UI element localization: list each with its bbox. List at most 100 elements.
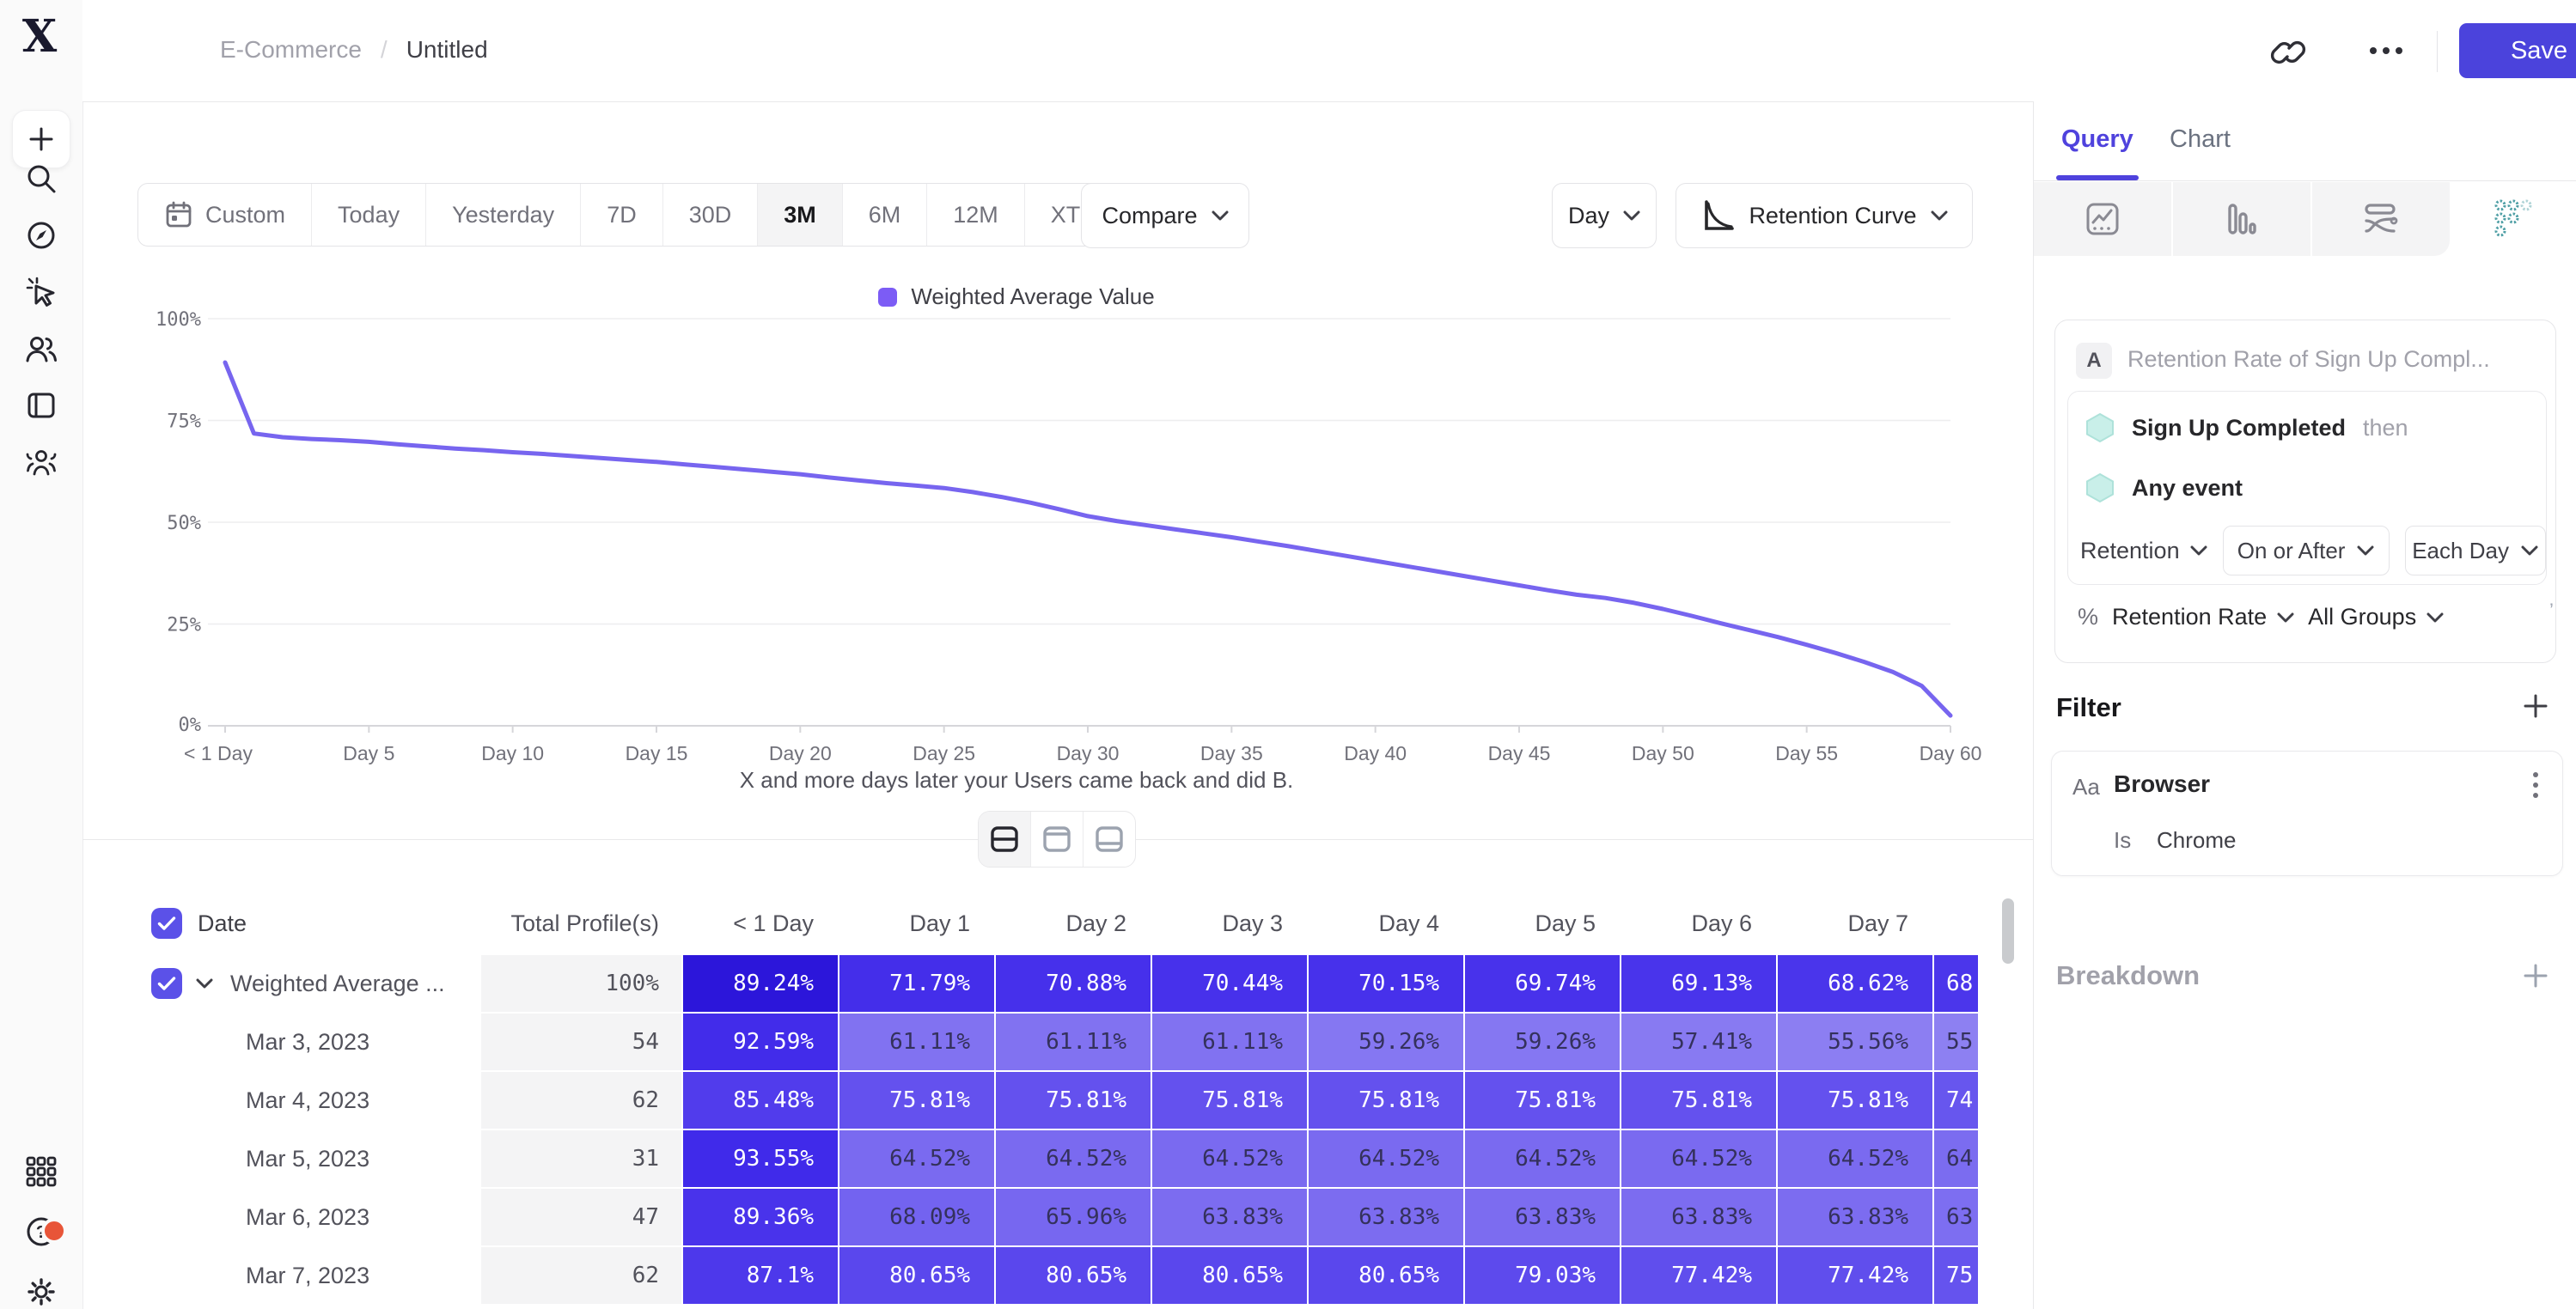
retention-cell[interactable]: 75 [1934,1247,1978,1304]
first-event-row[interactable]: Sign Up Completed then [2085,412,2408,443]
compass-icon[interactable] [24,218,58,253]
retention-cell[interactable]: 68.09% [839,1189,994,1245]
retention-cell[interactable]: 89.36% [683,1189,838,1245]
retention-dropdown[interactable]: Retention [2080,538,2207,564]
retention-cell[interactable]: 74 [1934,1072,1978,1129]
retention-cell[interactable]: 59.26% [1465,1014,1620,1070]
retention-curve-line[interactable] [225,362,1950,715]
table-row[interactable]: Mar 6, 20234789.36%68.09%65.96%63.83%63.… [137,1189,1981,1245]
tab-query[interactable]: Query [2061,125,2133,154]
retention-cell[interactable]: 87.1% [683,1247,838,1304]
more-options-icon[interactable] [2366,38,2406,64]
column-header[interactable]: Day 1 [839,910,994,937]
retention-cell[interactable]: 75.81% [1621,1072,1776,1129]
retention-cell[interactable]: 64.52% [1778,1130,1932,1187]
column-header[interactable]: Day 5 [1465,910,1620,937]
range-7d[interactable]: 7D [581,184,663,246]
retention-cell[interactable]: 64 [1934,1130,1978,1187]
create-new-button[interactable] [12,110,70,168]
row-checkbox[interactable] [151,968,182,999]
range-30d[interactable]: 30D [663,184,759,246]
apps-grid-icon[interactable] [24,1154,58,1189]
retention-grid-tab[interactable] [2450,182,2576,256]
filter-menu-icon[interactable] [2533,772,2538,798]
return-event-row[interactable]: Any event [2085,472,2243,503]
retention-cell[interactable]: 89.24% [683,955,838,1012]
chart-type-dropdown[interactable]: Retention Curve [1676,183,1973,248]
retention-cell[interactable]: 64.52% [996,1130,1151,1187]
bar-chart-tab[interactable] [2173,182,2310,256]
query-step-title[interactable]: Retention Rate of Sign Up Compl... [2127,346,2490,373]
retention-cell[interactable]: 64.52% [839,1130,994,1187]
retention-cell[interactable]: 80.65% [839,1247,994,1304]
chevron-down-icon[interactable] [196,978,213,989]
filter-operator[interactable]: Is [2114,827,2131,854]
breadcrumb-current[interactable]: Untitled [406,36,488,64]
retention-cell[interactable]: 63.83% [1621,1189,1776,1245]
table-row[interactable]: Mar 7, 20236287.1%80.65%80.65%80.65%80.6… [137,1247,1981,1304]
table-scrollbar-thumb[interactable] [2002,898,2014,964]
retention-cell[interactable]: 59.26% [1309,1014,1463,1070]
return-event-name[interactable]: Any event [2132,475,2243,502]
compare-button[interactable]: Compare [1081,183,1249,248]
retention-cell[interactable]: 79.03% [1465,1247,1620,1304]
filter-card[interactable]: Aa Browser Is Chrome [2051,751,2563,876]
retention-table[interactable]: DateTotal Profile(s)< 1 DayDay 1Day 2Day… [137,893,1981,1309]
retention-cell[interactable]: 70.15% [1309,955,1463,1012]
retention-cell[interactable]: 70.44% [1152,955,1307,1012]
range-12m[interactable]: 12M [927,184,1025,246]
measure-dropdown[interactable]: Retention Rate [2112,604,2294,630]
search-icon[interactable] [24,161,58,196]
copy-link-icon[interactable] [2270,31,2310,70]
retention-cell[interactable]: 61.11% [1152,1014,1307,1070]
select-all-checkbox[interactable] [151,908,182,939]
retention-cell[interactable]: 92.59% [683,1014,838,1070]
retention-cell[interactable]: 68 [1934,955,1978,1012]
retention-cell[interactable]: 80.65% [1309,1247,1463,1304]
retention-line-chart[interactable]: 0%25%50%75%100%< 1 DayDay 5Day 10Day 15D… [82,275,2033,764]
retention-cell[interactable]: 75.81% [1309,1072,1463,1129]
column-header[interactable]: Day 6 [1621,910,1776,937]
retention-cell[interactable]: 80.65% [996,1247,1151,1304]
groups-dropdown[interactable]: All Groups [2308,604,2444,630]
retention-cell[interactable]: 80.65% [1152,1247,1307,1304]
retention-cell[interactable]: 55.56% [1778,1014,1932,1070]
retention-cell[interactable]: 55 [1934,1014,1978,1070]
retention-cell[interactable]: 63.83% [1152,1189,1307,1245]
retention-cell[interactable]: 61.11% [996,1014,1151,1070]
retention-cell[interactable]: 77.42% [1621,1247,1776,1304]
cohorts-icon[interactable] [24,445,58,479]
retention-cell[interactable]: 65.96% [996,1189,1151,1245]
retention-cell[interactable]: 64.52% [1621,1130,1776,1187]
retention-cell[interactable]: 69.13% [1621,955,1776,1012]
column-header[interactable]: Day 4 [1309,910,1463,937]
table-view-toggle[interactable] [1084,812,1135,867]
settings-gear-icon[interactable] [24,1275,58,1309]
column-header[interactable]: Day 7 [1778,910,1932,937]
range-3m[interactable]: 3M [758,184,843,246]
column-header[interactable]: < 1 Day [683,910,838,937]
retention-cell[interactable]: 85.48% [683,1072,838,1129]
retention-cell[interactable]: 68.62% [1778,955,1932,1012]
flow-chart-tab[interactable] [2312,182,2450,256]
range-custom[interactable]: Custom [138,184,312,246]
first-event-name[interactable]: Sign Up Completed [2132,415,2346,441]
range-yesterday[interactable]: Yesterday [426,184,581,246]
column-header[interactable]: Day 2 [996,910,1151,937]
retention-cell[interactable]: 75.81% [839,1072,994,1129]
retention-cell[interactable]: 63.83% [1309,1189,1463,1245]
add-filter-icon[interactable] [2522,692,2549,720]
total-header-cell[interactable]: Total Profile(s) [481,910,681,937]
retention-cell[interactable]: 64.52% [1465,1130,1620,1187]
interval-dropdown[interactable]: Each Day [2405,526,2546,575]
tab-chart[interactable]: Chart [2170,125,2231,154]
filter-property[interactable]: Browser [2114,770,2210,798]
click-cursor-icon[interactable] [24,275,58,309]
column-header[interactable]: Day 3 [1152,910,1307,937]
mixpanel-logo-icon[interactable]: X [14,10,65,62]
retention-cell[interactable]: 64.52% [1152,1130,1307,1187]
filter-value[interactable]: Chrome [2157,827,2236,854]
range-6m[interactable]: 6M [843,184,928,246]
range-today[interactable]: Today [312,184,426,246]
save-button[interactable]: Save [2459,23,2576,78]
